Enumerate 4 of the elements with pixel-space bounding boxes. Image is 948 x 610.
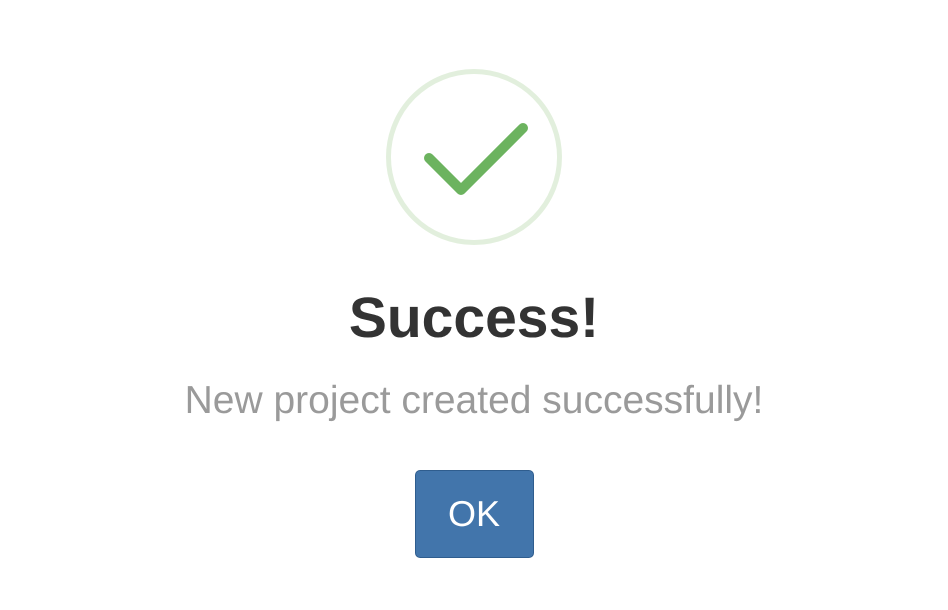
dialog-title: Success!	[348, 285, 600, 352]
ok-button[interactable]: OK	[414, 470, 534, 558]
dialog-message: New project created successfully!	[184, 378, 764, 424]
success-check-icon	[386, 69, 562, 245]
